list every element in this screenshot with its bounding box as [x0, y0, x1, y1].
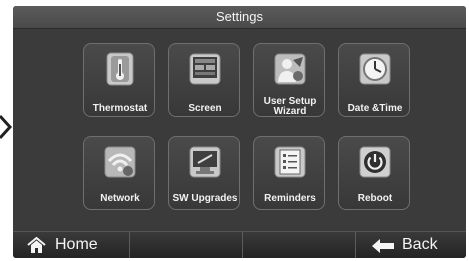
tile-label: Thermostat [92, 103, 148, 114]
reminders-icon [274, 146, 306, 178]
network-icon [104, 146, 136, 178]
sw-upgrades-icon [189, 146, 221, 178]
sw-upgrades-button[interactable]: SW Upgrades [168, 136, 240, 210]
page-title: Settings [13, 6, 466, 29]
screen-icon [189, 53, 221, 85]
home-icon [27, 237, 46, 253]
back-label: Back [402, 236, 438, 253]
power-icon [359, 146, 391, 178]
screen-button[interactable]: Screen [168, 43, 240, 117]
thermostat-icon [106, 52, 134, 86]
home-label: Home [55, 236, 98, 253]
back-button[interactable]: Back [356, 232, 466, 258]
divider [242, 232, 243, 258]
tile-label: SW Upgrades [172, 193, 238, 204]
reboot-button[interactable]: Reboot [338, 136, 410, 210]
tile-label: Reminders [264, 193, 316, 204]
reminders-button[interactable]: Reminders [253, 136, 325, 210]
bottom-nav-bar: Home Back [13, 231, 466, 258]
user-setup-wizard-button[interactable]: User Setup Wizard [253, 43, 325, 117]
network-button[interactable]: Network [83, 136, 155, 210]
date-time-button[interactable]: Date &Time [338, 43, 410, 117]
tile-label: Reboot [357, 193, 393, 204]
divider [129, 232, 130, 258]
thermostat-button[interactable]: Thermostat [83, 43, 155, 117]
clock-icon [359, 53, 391, 85]
tile-label: Screen [188, 103, 222, 114]
arrow-left-icon [372, 239, 394, 253]
settings-screen: Settings Thermostat Screen User Setup Wi… [13, 6, 466, 258]
tile-label: Wizard [273, 106, 307, 117]
user-setup-wizard-icon [274, 53, 306, 85]
tile-label: Date &Time [347, 103, 403, 114]
tile-label: Network [100, 193, 140, 204]
home-button[interactable]: Home [13, 232, 129, 258]
